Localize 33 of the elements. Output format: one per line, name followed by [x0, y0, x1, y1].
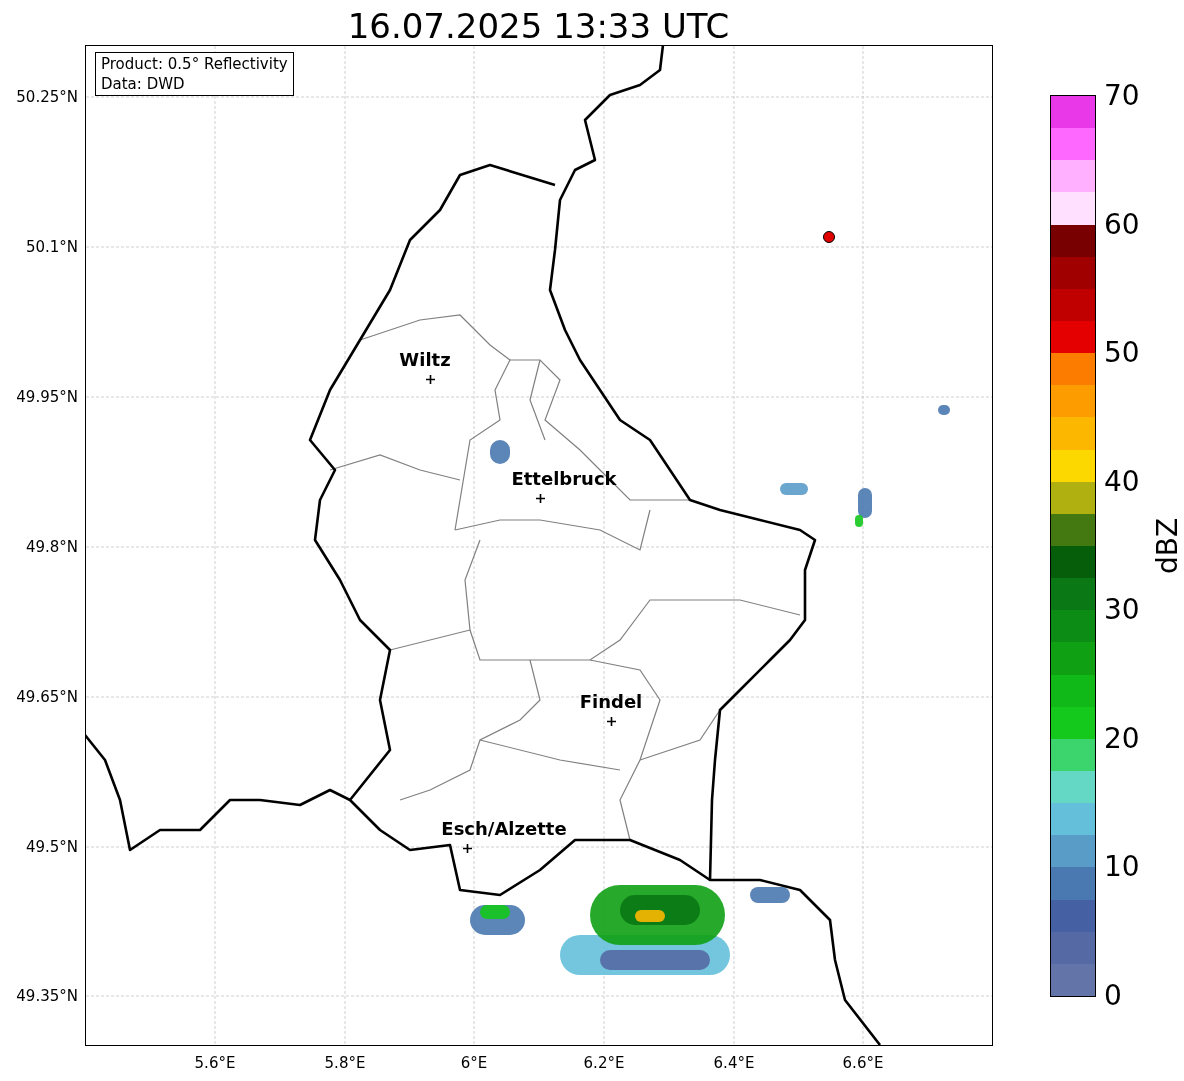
colorbar-label: dBZ	[1152, 517, 1184, 575]
longitude-label: 6°E	[460, 1054, 488, 1072]
longitude-label: 5.6°E	[194, 1054, 236, 1072]
marker-icon	[426, 375, 435, 384]
colorbar-tick-label: 60	[1104, 208, 1140, 241]
latitude-label: 50.1°N	[25, 238, 78, 256]
place-label: Findel	[579, 691, 643, 713]
place-label: Esch/Alzette	[441, 818, 567, 840]
latitude-label: 49.35°N	[16, 987, 78, 1005]
longitude-label: 6.6°E	[842, 1054, 884, 1072]
colorbar-tick-label: 40	[1104, 465, 1140, 498]
chart-title: 16.07.2025 13:33 UTC	[346, 5, 731, 48]
colorbar-tick-label: 0	[1104, 980, 1122, 1012]
colorbar-tick-label: 10	[1104, 851, 1140, 884]
info-text: Data: DWD	[101, 74, 186, 94]
latitude-label: 49.95°N	[16, 388, 78, 406]
latitude-label: 49.5°N	[25, 838, 78, 856]
colorbar-tick-label: 50	[1104, 337, 1140, 370]
place-label: Wiltz	[399, 349, 451, 371]
colorbar-tick-label: 30	[1104, 594, 1140, 627]
longitude-label: 6.2°E	[583, 1054, 625, 1072]
longitude-label: 5.8°E	[324, 1054, 366, 1072]
longitude-label: 6.4°E	[713, 1054, 755, 1072]
latitude-label: 50.25°N	[16, 88, 78, 106]
colorbar-tick-label: 20	[1104, 722, 1140, 755]
latitude-label: 49.8°N	[25, 538, 78, 556]
info-text: Product: 0.5° Reflectivity	[101, 54, 288, 74]
marker-icon	[536, 494, 545, 503]
marker-icon	[607, 717, 616, 726]
place-label: Ettelbruck	[511, 468, 617, 490]
colorbar-tick-label: 70	[1104, 80, 1140, 112]
marker-icon	[463, 844, 472, 853]
latitude-label: 49.65°N	[16, 688, 78, 706]
